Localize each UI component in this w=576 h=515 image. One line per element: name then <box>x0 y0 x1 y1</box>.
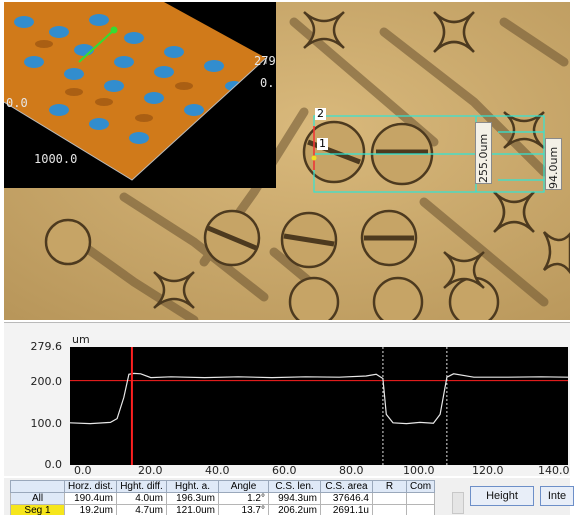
measurement-table[interactable]: Horz. dist. Hght. diff. Hght. a. Angle C… <box>10 480 436 515</box>
column-header[interactable]: C.S. len. <box>268 480 321 493</box>
table-cell: 2691.1u <box>320 504 373 515</box>
table-cell: 37646.4 <box>320 492 373 505</box>
table-cell: 1.2° <box>218 492 269 505</box>
3d-axis-label-right-top: 279 <box>254 54 276 68</box>
table-header-row: Horz. dist. Hght. diff. Hght. a. Angle C… <box>10 480 436 493</box>
profile-unit-label: um <box>72 333 90 346</box>
table-cell: 196.3um <box>166 492 219 505</box>
column-header[interactable]: Angle <box>218 480 269 493</box>
table-cell: 4.0um <box>116 492 167 505</box>
y-tick-label: 100.0 <box>30 417 63 430</box>
table-cell <box>405 492 436 505</box>
vertical-dimension-label: 94.0um <box>545 138 562 190</box>
table-cell: 190.4um <box>64 492 117 505</box>
x-tick-label: 0.0 <box>74 464 92 477</box>
x-tick-label: 40.0 <box>205 464 230 477</box>
inte-button[interactable]: Inte <box>540 486 574 506</box>
x-tick-label: 100.0 <box>403 464 435 477</box>
row-label: All <box>10 492 65 505</box>
column-header[interactable]: Hght. a. <box>166 480 219 493</box>
column-header[interactable]: Horz. dist. <box>64 480 117 493</box>
height-button[interactable]: Height <box>470 486 534 506</box>
table-cell <box>372 492 407 505</box>
table-scrollbar[interactable] <box>452 492 464 514</box>
y-tick-label: 279.6 <box>30 340 63 353</box>
marker-1-label: 1 <box>317 137 328 150</box>
x-tick-label: 120.0 <box>472 464 504 477</box>
3d-view-inset[interactable]: 0.0 1000.0 279 0. <box>4 2 276 188</box>
table-cell: 19.2um <box>64 504 117 515</box>
horizontal-dimension-label: 255.0um <box>475 122 492 184</box>
x-tick-label: 80.0 <box>339 464 364 477</box>
column-header[interactable]: Hght. diff. <box>116 480 167 493</box>
column-header <box>10 480 65 493</box>
marker-2-label: 2 <box>315 107 326 120</box>
table-cell: 4.7um <box>116 504 167 515</box>
table-cell <box>372 504 407 515</box>
column-header[interactable]: R <box>372 480 407 493</box>
table-cell: 121.0um <box>166 504 219 515</box>
table-row[interactable]: All 190.4um 4.0um 196.3um 1.2° 994.3um 3… <box>10 492 436 505</box>
table-cell: 206.2um <box>268 504 321 515</box>
y-tick-label: 200.0 <box>30 375 63 388</box>
x-tick-label: 140.0 <box>538 464 570 477</box>
table-row-selected[interactable]: Seg 1 19.2um 4.7um 121.0um 13.7° 206.2um… <box>10 504 436 515</box>
measurement-table-panel: Horz. dist. Hght. diff. Hght. a. Angle C… <box>4 478 574 515</box>
column-header[interactable]: C.S. area <box>320 480 373 493</box>
3d-axis-label-left: 0.0 <box>6 96 28 110</box>
x-tick-label: 60.0 <box>272 464 297 477</box>
table-cell <box>405 504 436 515</box>
3d-axis-label-bottom: 1000.0 <box>34 152 78 166</box>
table-cell: 994.3um <box>268 492 321 505</box>
x-tick-label: 20.0 <box>138 464 163 477</box>
profile-graph <box>70 347 568 465</box>
column-header[interactable]: Com <box>405 480 436 493</box>
height-profile-plot[interactable] <box>70 347 568 465</box>
y-tick-label: 0.0 <box>44 458 63 471</box>
row-label: Seg 1 <box>10 504 65 515</box>
table-cell: 13.7° <box>218 504 269 515</box>
3d-axis-label-right-bottom: 0. <box>260 76 275 90</box>
